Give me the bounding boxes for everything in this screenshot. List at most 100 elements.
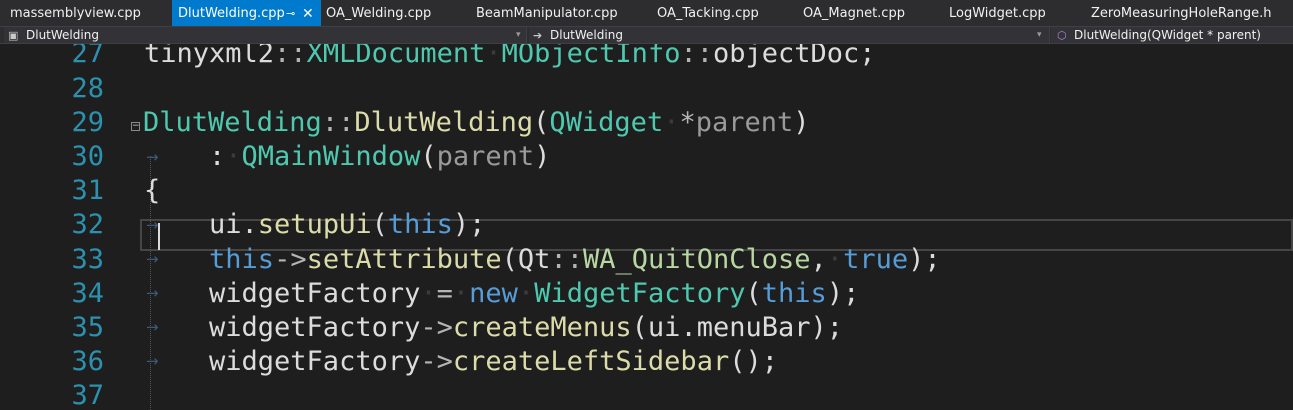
code-token: setAttribute: [306, 244, 502, 275]
indent-arrow-icon: →: [146, 148, 159, 166]
tab-label: massemblyview.cpp: [10, 6, 141, 21]
tab-label: BeamManipulator.cpp: [476, 6, 618, 21]
tab-dlutwelding[interactable]: DlutWelding.cpp ⊸ ✕: [172, 0, 321, 26]
code-token: objectDoc;: [712, 44, 876, 69]
code-token: ·: [485, 44, 502, 69]
code-token: createLeftSidebar: [452, 346, 730, 377]
tab-logwidget[interactable]: LogWidget.cpp: [943, 0, 1085, 26]
scope-name: DlutWelding: [550, 28, 623, 42]
code-token: ::: [680, 44, 713, 69]
code-token: ·: [225, 141, 242, 172]
code-token: ui.: [144, 209, 258, 240]
code-line: 29 DlutWelding::DlutWelding(QWidget·*pare…: [0, 106, 1293, 140]
line-number: 36: [71, 346, 104, 377]
code-token: WidgetFactory: [534, 278, 746, 309]
tab-label: ZeroMeasuringHoleRange.h: [1091, 6, 1272, 21]
code-token: ·: [420, 278, 437, 309]
line-number: 31: [71, 175, 104, 206]
chevron-down-icon: ▾: [1037, 30, 1042, 40]
code-line: 31 {: [0, 174, 1293, 208]
code-token: XMLDocument: [306, 44, 486, 69]
code-token: parent: [695, 107, 794, 138]
code-token: QWidget: [549, 107, 664, 138]
tab-beammanipulator[interactable]: BeamManipulator.cpp: [471, 0, 651, 26]
code-token: (: [371, 209, 388, 240]
line-number: 30: [71, 141, 104, 172]
tab-oa-tacking[interactable]: OA_Tacking.cpp: [651, 0, 797, 26]
project-icon: ▣: [8, 29, 19, 42]
code-token: (ui.menuBar);: [631, 312, 843, 343]
code-token: true: [843, 244, 909, 275]
code-line: 28: [0, 72, 1293, 106]
code-token: ·: [826, 244, 844, 275]
line-number: 37: [71, 380, 104, 410]
code-token: ::: [321, 107, 355, 138]
member-dropdown[interactable]: ⬡ DlutWelding(QWidget * parent): [1051, 27, 1293, 43]
code-line: 37: [0, 379, 1293, 410]
code-token: (: [745, 278, 762, 309]
code-text: widgetFactory->createMenus(ui.menuBar);: [144, 311, 843, 345]
code-token: WA_QuitOnClose: [582, 244, 811, 275]
code-text: ui.setupUi(this);: [144, 208, 485, 242]
document-tab-bar: massemblyview.cpp DlutWelding.cpp ⊸ ✕ OA…: [0, 0, 1293, 26]
code-token: DlutWelding: [354, 107, 534, 138]
code-text: {: [144, 174, 160, 208]
indent-arrow-icon: →: [146, 284, 159, 302]
code-token: this: [761, 278, 827, 309]
method-icon: ⬡: [1057, 29, 1067, 42]
code-line: 36 widgetFactory->createLeftSidebar();: [0, 345, 1293, 379]
code-token: ·: [663, 107, 680, 138]
code-token: widgetFactory: [144, 312, 421, 343]
line-number: 28: [71, 73, 104, 104]
code-token: );: [826, 278, 860, 309]
code-token: ::: [550, 244, 583, 275]
code-token: );: [452, 209, 486, 240]
code-token: ->: [420, 346, 453, 377]
code-token: parent: [436, 141, 535, 172]
line-number: 34: [71, 278, 104, 309]
arrow-right-icon: ➔: [533, 29, 543, 42]
project-dropdown[interactable]: ▣ DlutWelding ▾: [4, 27, 527, 43]
code-token: =: [436, 278, 453, 309]
code-editor[interactable]: 27 tinyxml2::XMLDocument·MObjectInfo::obj…: [0, 44, 1293, 410]
code-token: ): [793, 107, 810, 138]
code-token: QMainWindow: [241, 141, 421, 172]
line-number: 32: [71, 209, 104, 240]
code-token: (Qt: [501, 244, 551, 275]
code-token: (: [420, 141, 437, 172]
tab-zeromeasuringholerange[interactable]: ZeroMeasuringHoleRange.h: [1085, 0, 1293, 26]
indent-arrow-icon: →: [146, 352, 159, 370]
code-line: 34 widgetFactory·=·new·WidgetFactory(thi…: [0, 277, 1293, 311]
line-number: 27: [71, 44, 104, 69]
code-token: ::: [274, 44, 307, 69]
tab-massemblyview[interactable]: massemblyview.cpp: [0, 0, 172, 26]
tab-oa-magnet[interactable]: OA_Magnet.cpp: [797, 0, 943, 26]
code-token: widgetFactory: [144, 346, 421, 377]
tab-label: OA_Tacking.cpp: [657, 6, 759, 21]
tab-label: OA_Welding.cpp: [326, 6, 432, 21]
scope-dropdown[interactable]: ➔ DlutWelding ▾: [529, 27, 1050, 43]
chevron-down-icon: ▾: [516, 30, 521, 40]
code-token: tinyxml2: [144, 44, 275, 69]
fold-collapse-icon[interactable]: −: [131, 122, 140, 131]
member-name: DlutWelding(QWidget * parent): [1074, 28, 1261, 42]
tab-label: LogWidget.cpp: [949, 6, 1046, 21]
code-token: DlutWelding: [143, 107, 322, 138]
close-icon[interactable]: ✕: [302, 0, 314, 28]
code-token: createMenus: [452, 312, 632, 343]
code-token: this: [209, 244, 275, 275]
navigation-bar: ▣ DlutWelding ▾ ➔ DlutWelding ▾ ⬡ DlutWe…: [0, 26, 1293, 44]
code-token: ();: [729, 346, 778, 377]
line-number: 29: [71, 107, 104, 138]
line-number: 35: [71, 312, 104, 343]
code-line: 35 widgetFactory->createMenus(ui.menuBar…: [0, 311, 1293, 345]
code-line: 30 :·QMainWindow(parent): [0, 140, 1293, 174]
code-text: this->setAttribute(Qt::WA_QuitOnClose,·t…: [144, 243, 941, 277]
tab-label: DlutWelding.cpp: [178, 6, 285, 21]
code-token: ·: [517, 278, 535, 309]
tab-oa-welding[interactable]: OA_Welding.cpp: [321, 0, 471, 26]
pin-icon[interactable]: ⊸: [286, 0, 295, 28]
text-cursor: [158, 223, 160, 250]
code-text: DlutWelding::DlutWelding(QWidget·*parent…: [143, 106, 810, 140]
code-token: ->: [420, 312, 453, 343]
